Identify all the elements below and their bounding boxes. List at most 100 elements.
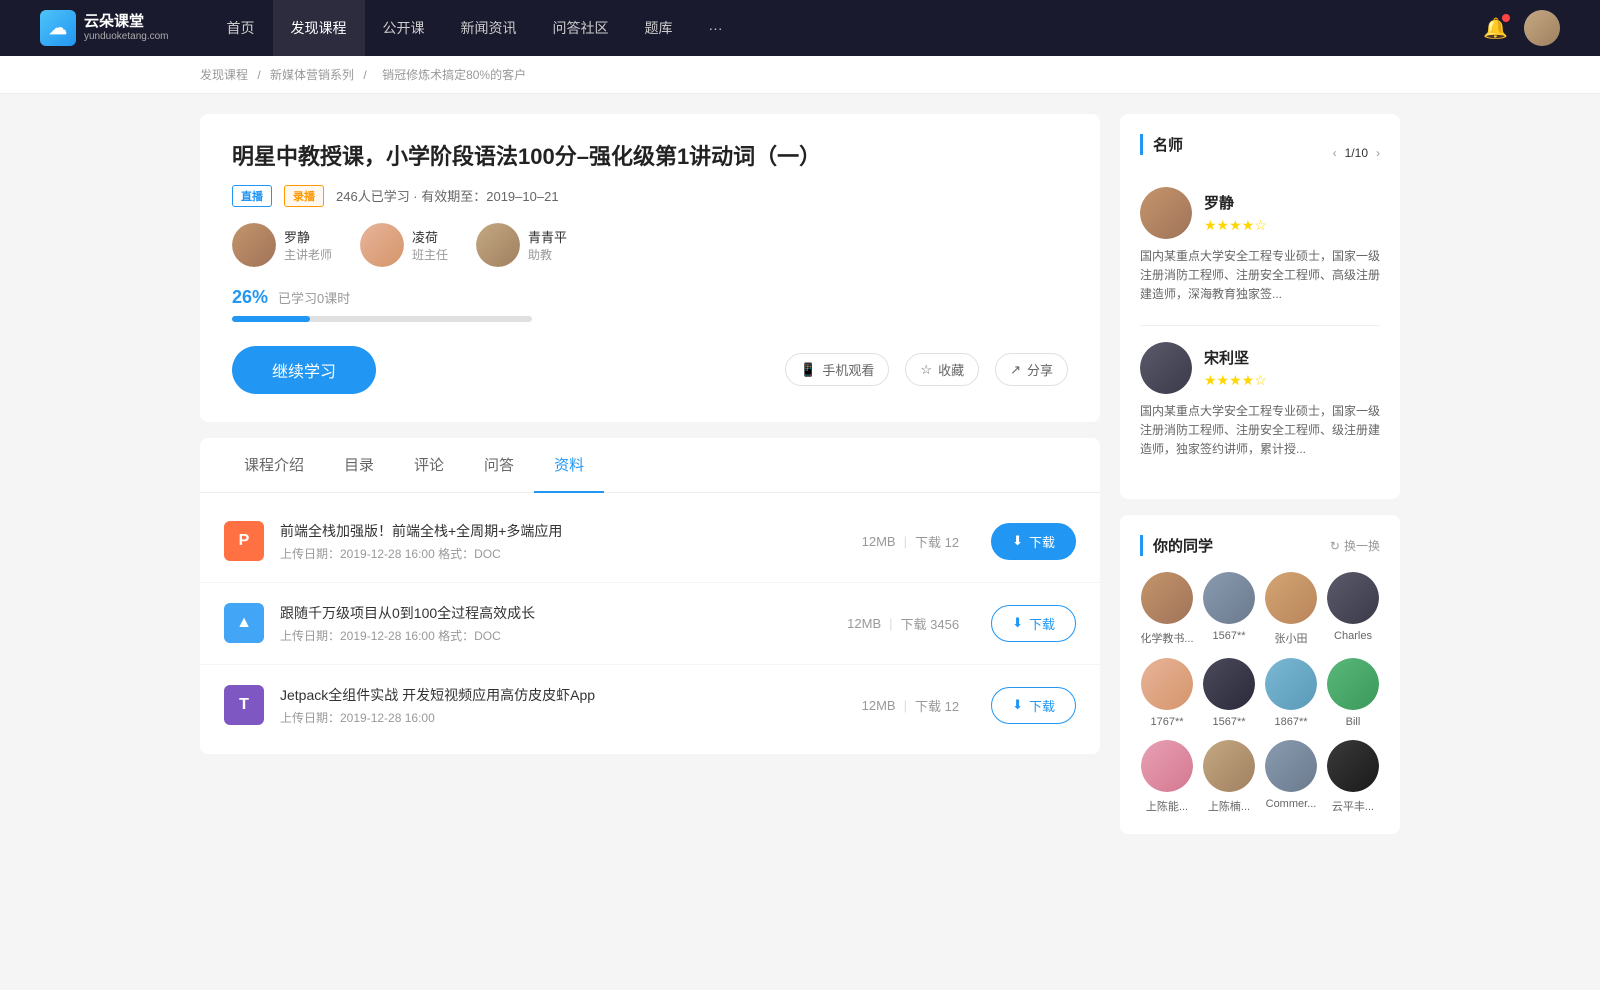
- logo-icon: ☁: [40, 10, 76, 46]
- classmate-avatar: [1327, 658, 1379, 710]
- tab-课程介绍[interactable]: 课程介绍: [224, 438, 324, 493]
- course-meta-text: 246人已学习 · 有效期至：2019–10–21: [336, 186, 559, 205]
- next-page-btn[interactable]: ›: [1376, 146, 1380, 160]
- resource-info: 跟随千万级项目从0到100全过程高效成长 上传日期：2019-12-28 16:…: [280, 603, 831, 644]
- classmate-item[interactable]: 化学教书...: [1140, 572, 1194, 646]
- download-button[interactable]: ⬇ 下载: [991, 687, 1076, 724]
- share-button[interactable]: ↗ 分享: [995, 353, 1068, 386]
- classmate-name: 云平丰...: [1332, 798, 1374, 814]
- header: ☁ 云朵课堂 yunduoketang.com 首页发现课程公开课新闻资讯问答社…: [0, 0, 1600, 56]
- classmate-item[interactable]: 张小田: [1264, 572, 1318, 646]
- resource-item: P 前端全栈加强版！前端全栈+全周期+多端应用 上传日期：2019-12-28 …: [200, 501, 1100, 583]
- classmate-name: Charles: [1334, 630, 1372, 642]
- nav-item-新闻资讯[interactable]: 新闻资讯: [443, 0, 535, 56]
- nav-item-发现课程[interactable]: 发现课程: [273, 0, 365, 56]
- nav-item-问答社区[interactable]: 问答社区: [535, 0, 627, 56]
- teacher-card-info: 罗静 ★★★★☆: [1204, 192, 1267, 234]
- classmate-item[interactable]: 云平丰...: [1326, 740, 1380, 814]
- logo-text: 云朵课堂 yunduoketang.com: [84, 13, 169, 43]
- star-icon: ☆: [920, 362, 932, 378]
- mobile-watch-button[interactable]: 📱 手机观看: [785, 353, 889, 386]
- teacher-info: 罗静 主讲老师: [284, 227, 332, 263]
- classmate-name: 张小田: [1275, 630, 1308, 646]
- progress-section: 26% 已学习0课时: [232, 287, 1068, 322]
- download-button[interactable]: ⬇ 下载: [991, 523, 1076, 560]
- nav-item-···[interactable]: ···: [691, 0, 741, 56]
- resource-stats: 12MB | 下载 12: [862, 696, 959, 715]
- tabs-section: 课程介绍目录评论问答资料 P 前端全栈加强版！前端全栈+全周期+多端应用 上传日…: [200, 438, 1100, 754]
- classmate-item[interactable]: 1567**: [1202, 658, 1256, 728]
- teacher-card-avatar: [1140, 342, 1192, 394]
- nav-item-首页[interactable]: 首页: [209, 0, 273, 56]
- content-area: 明星中教授课，小学阶段语法100分–强化级第1讲动词（一） 直播 录播 246人…: [200, 114, 1100, 850]
- teacher-stars: ★★★★☆: [1204, 372, 1267, 389]
- tab-目录[interactable]: 目录: [324, 438, 394, 493]
- tab-资料[interactable]: 资料: [534, 438, 604, 493]
- prev-page-btn[interactable]: ‹: [1333, 146, 1337, 160]
- classmate-item[interactable]: Commer...: [1264, 740, 1318, 814]
- resource-info: 前端全栈加强版！前端全栈+全周期+多端应用 上传日期：2019-12-28 16…: [280, 521, 846, 562]
- classmate-item[interactable]: 1567**: [1202, 572, 1256, 646]
- refresh-icon: ↻: [1330, 539, 1340, 553]
- resource-sub: 上传日期：2019-12-28 16:00 格式：DOC: [280, 545, 846, 562]
- sidebar-teacher-card: 罗静 ★★★★☆ 国内某重点大学安全工程专业硕士，国家一级注册消防工程师、注册安…: [1140, 187, 1380, 305]
- teacher-name: 青青平: [528, 227, 567, 246]
- breadcrumb-link-2[interactable]: 新媒体营销系列: [270, 68, 354, 82]
- classmate-avatar: [1203, 658, 1255, 710]
- classmate-item[interactable]: 1767**: [1140, 658, 1194, 728]
- teacher-name: 罗静: [284, 227, 332, 246]
- classmate-name: 上陈能...: [1146, 798, 1188, 814]
- teacher-card-header: 罗静 ★★★★☆: [1140, 187, 1380, 239]
- classmate-name: 上陈楠...: [1208, 798, 1250, 814]
- resource-downloads: 下载 12: [915, 532, 959, 551]
- classmate-avatar: [1265, 740, 1317, 792]
- sidebar-teachers-list: 罗静 ★★★★☆ 国内某重点大学安全工程专业硕士，国家一级注册消防工程师、注册安…: [1140, 187, 1380, 459]
- classmate-item[interactable]: 上陈能...: [1140, 740, 1194, 814]
- refresh-button[interactable]: ↻ 换一换: [1330, 537, 1380, 554]
- classmate-name: Commer...: [1266, 798, 1317, 810]
- classmate-item[interactable]: 1867**: [1264, 658, 1318, 728]
- badge-record: 录播: [284, 185, 324, 207]
- classmate-avatar: [1203, 572, 1255, 624]
- logo[interactable]: ☁ 云朵课堂 yunduoketang.com: [40, 10, 169, 46]
- teacher-info: 青青平 助教: [528, 227, 567, 263]
- teacher-avatar: [232, 223, 276, 267]
- classmate-avatar: [1265, 658, 1317, 710]
- teacher-card-name: 宋利坚: [1204, 347, 1267, 368]
- download-icon: ⬇: [1012, 533, 1023, 549]
- nav-item-题库[interactable]: 题库: [627, 0, 691, 56]
- mobile-icon: 📱: [800, 362, 816, 378]
- download-button[interactable]: ⬇ 下载: [991, 605, 1076, 642]
- resource-sub: 上传日期：2019-12-28 16:00 格式：DOC: [280, 627, 831, 644]
- teacher-item: 凌荷 班主任: [360, 223, 448, 267]
- nav-item-公开课[interactable]: 公开课: [365, 0, 443, 56]
- classmates-grid: 化学教书... 1567** 张小田 Charles 1767** 1567**…: [1140, 572, 1380, 814]
- resource-stats: 12MB | 下载 3456: [847, 614, 959, 633]
- teachers-sidebar-title: 名师: [1140, 134, 1183, 155]
- tab-评论[interactable]: 评论: [394, 438, 464, 493]
- continue-button[interactable]: 继续学习: [232, 346, 376, 394]
- download-icon: ⬇: [1012, 615, 1023, 631]
- share-icon: ↗: [1010, 362, 1021, 378]
- notification-bell[interactable]: 🔔: [1483, 16, 1508, 41]
- classmate-name: Bill: [1346, 716, 1361, 728]
- page-info: 1/10: [1345, 146, 1368, 160]
- breadcrumb-link-1[interactable]: 发现课程: [200, 68, 248, 82]
- tab-问答[interactable]: 问答: [464, 438, 534, 493]
- teacher-card-name: 罗静: [1204, 192, 1267, 213]
- classmate-name: 1867**: [1274, 716, 1307, 728]
- classmate-item[interactable]: Bill: [1326, 658, 1380, 728]
- teacher-item: 青青平 助教: [476, 223, 567, 267]
- resource-size: 12MB: [847, 616, 881, 631]
- collect-button[interactable]: ☆ 收藏: [905, 353, 979, 386]
- classmate-item[interactable]: 上陈楠...: [1202, 740, 1256, 814]
- action-buttons: 📱 手机观看 ☆ 收藏 ↗ 分享: [785, 353, 1068, 386]
- resource-stats: 12MB | 下载 12: [862, 532, 959, 551]
- breadcrumb-current: 销冠修炼术搞定80%的客户: [382, 68, 526, 82]
- resource-sub: 上传日期：2019-12-28 16:00: [280, 709, 846, 726]
- user-avatar[interactable]: [1524, 10, 1560, 46]
- teacher-info: 凌荷 班主任: [412, 227, 448, 263]
- sidebar-pagination: ‹ 1/10 ›: [1333, 146, 1380, 160]
- classmate-avatar: [1327, 572, 1379, 624]
- classmate-item[interactable]: Charles: [1326, 572, 1380, 646]
